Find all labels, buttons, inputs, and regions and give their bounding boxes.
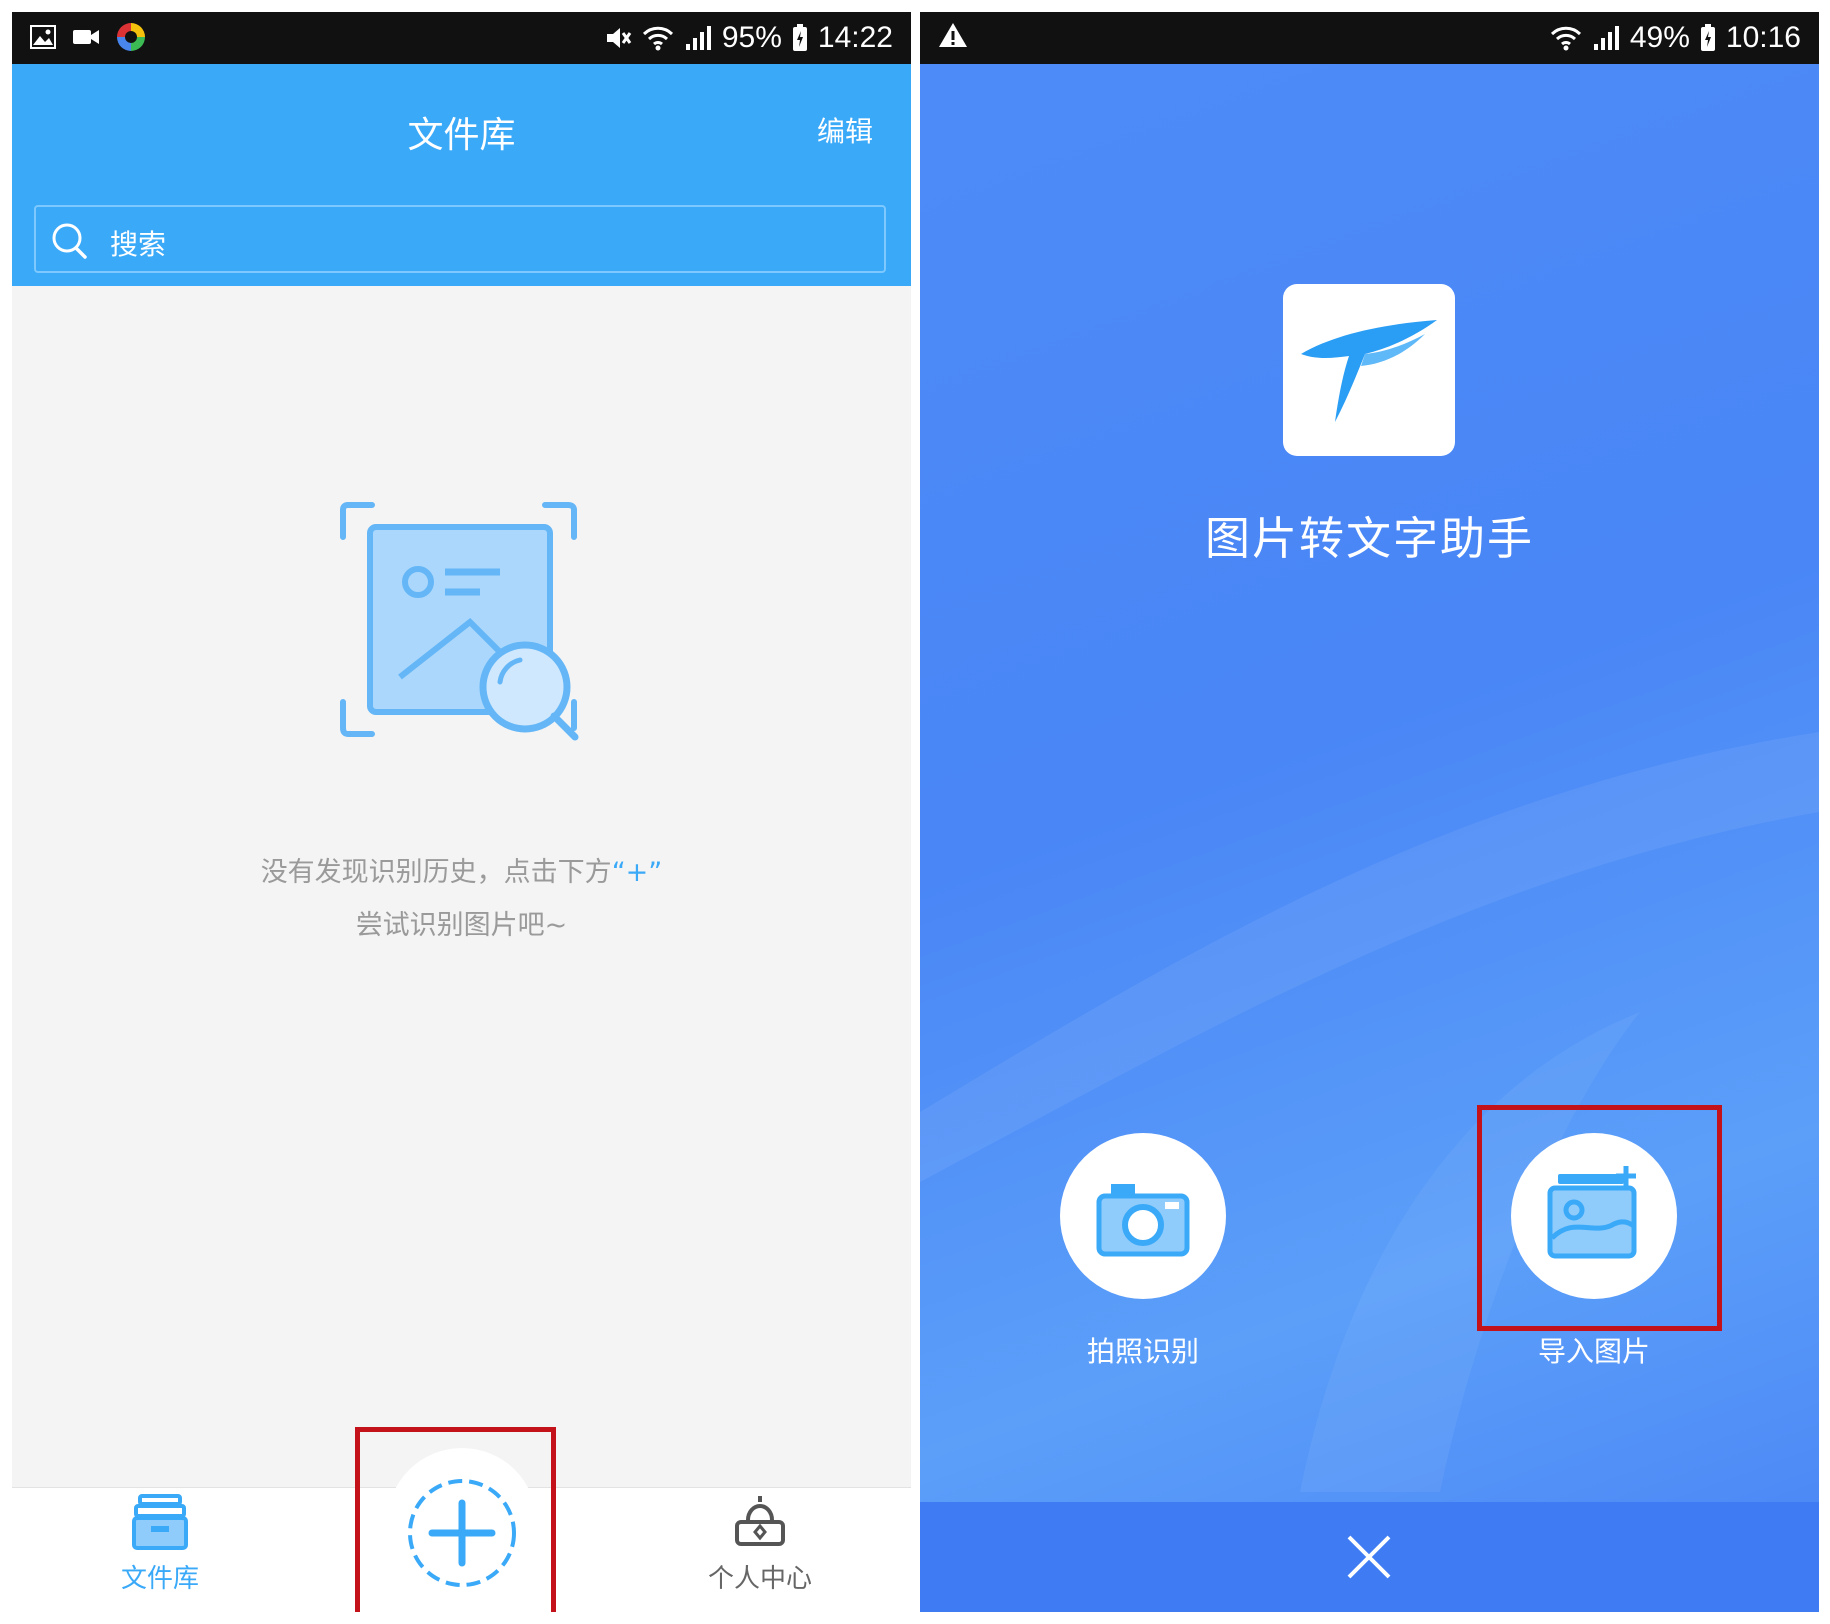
import-image-label: 导入图片 <box>1537 1335 1650 1368</box>
app-launcher-screen: 49% 10:16 图片转文字助手 拍照识别 导入图片 <box>920 12 1819 1612</box>
camera-icon <box>1096 1184 1190 1257</box>
video-icon <box>73 30 99 44</box>
file-library-screen: 95% 14:22 文件库 编辑 搜索 没有发现识别历史，点击下方“+” 尝试识… <box>12 12 911 1612</box>
battery-icon <box>792 24 807 51</box>
profile-icon <box>735 1496 785 1546</box>
highlight-import-image <box>1477 1105 1722 1331</box>
status-system: 49% 10:16 <box>1550 18 1801 58</box>
status-notifications <box>938 22 968 48</box>
status-time: 10:16 <box>1725 21 1801 54</box>
camera-recognize-button[interactable] <box>1060 1133 1226 1299</box>
battery-percent: 95% <box>721 21 782 54</box>
battery-icon <box>1700 24 1715 51</box>
nav-label-profile: 个人中心 <box>707 1564 812 1594</box>
camera-recognize-label: 拍照识别 <box>1086 1335 1199 1368</box>
nav-item-profile[interactable]: 个人中心 <box>660 1494 860 1595</box>
nav-label-library: 文件库 <box>120 1564 199 1594</box>
wifi-icon <box>1550 26 1581 51</box>
app-logo-icon <box>1301 320 1437 422</box>
status-bar: 49% 10:16 <box>920 12 1819 64</box>
app-logo <box>1283 284 1455 456</box>
page-title: 文件库 <box>407 115 516 156</box>
warning-icon <box>939 23 967 47</box>
status-notifications <box>30 22 146 52</box>
status-time: 14:22 <box>817 21 893 54</box>
empty-message-line1: 没有发现识别历史，点击下方“+” <box>12 850 911 889</box>
edit-button[interactable]: 编辑 <box>817 110 873 150</box>
highlight-add-button <box>355 1427 556 1612</box>
signal-icon <box>685 26 711 50</box>
app-notification-icon <box>117 23 145 51</box>
search-placeholder: 搜索 <box>110 228 167 261</box>
close-bar <box>920 1502 1819 1612</box>
archive-icon <box>132 1494 188 1550</box>
nav-item-library[interactable]: 文件库 <box>60 1494 260 1595</box>
plus-hint: “+” <box>611 857 663 888</box>
empty-message-text: 没有发现识别历史，点击下方 <box>260 857 612 888</box>
empty-history-illustration <box>340 502 579 741</box>
close-icon[interactable] <box>1344 1532 1394 1582</box>
mute-icon <box>606 28 632 48</box>
signal-icon <box>1593 26 1619 50</box>
app-name: 图片转文字助手 <box>1204 512 1534 565</box>
wifi-icon <box>642 26 673 51</box>
status-bar: 95% 14:22 <box>12 12 911 64</box>
battery-percent: 49% <box>1629 21 1690 54</box>
search-icon <box>52 223 87 259</box>
empty-message-line2: 尝试识别图片吧~ <box>355 910 568 941</box>
status-system: 95% 14:22 <box>604 18 893 58</box>
app-bar: 文件库 编辑 搜索 <box>12 64 911 286</box>
search-input[interactable]: 搜索 <box>34 205 886 273</box>
gallery-icon <box>30 25 56 49</box>
background-swoosh <box>920 732 1819 1492</box>
